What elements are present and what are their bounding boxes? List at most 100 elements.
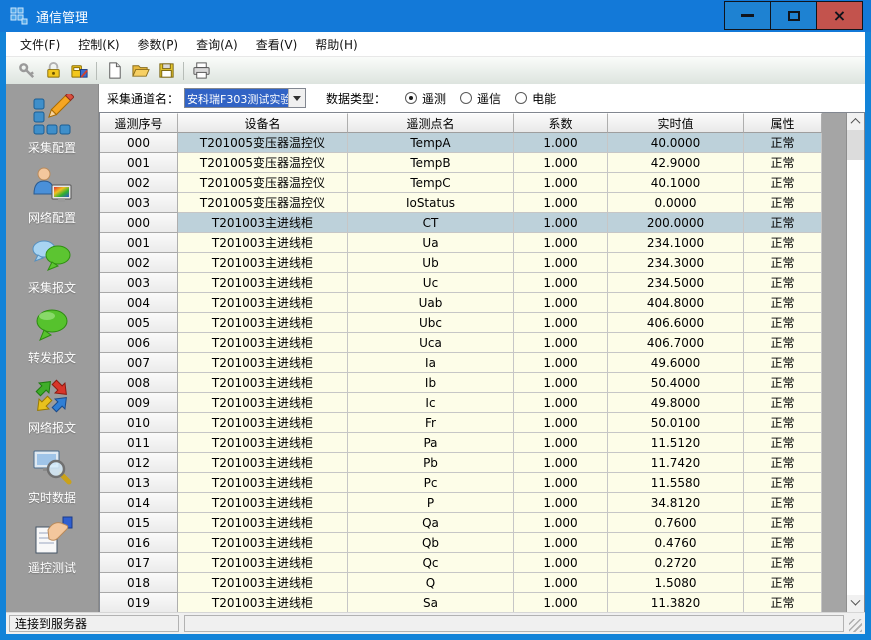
- cell-point: Uc: [348, 273, 514, 293]
- cell-value: 11.3820: [608, 593, 744, 613]
- table-row[interactable]: 002 T201003主进线柜 Ub 1.000 234.3000 正常: [100, 253, 822, 273]
- app-window: 通信管理 × 文件(F) 控制(K) 参数(P) 查询(A) 查看(V) 帮助(…: [0, 0, 871, 640]
- table-row[interactable]: 015 T201003主进线柜 Qa 1.000 0.7600 正常: [100, 513, 822, 533]
- cell-value: 1.5080: [608, 573, 744, 593]
- table-row[interactable]: 018 T201003主进线柜 Q 1.000 1.5080 正常: [100, 573, 822, 593]
- realtime-data-icon: [30, 444, 74, 488]
- cell-value: 40.1000: [608, 173, 744, 193]
- table-row[interactable]: 016 T201003主进线柜 Qb 1.000 0.4760 正常: [100, 533, 822, 553]
- table-row[interactable]: 011 T201003主进线柜 Pa 1.000 11.5120 正常: [100, 433, 822, 453]
- resize-grip[interactable]: [849, 619, 862, 632]
- menu-control[interactable]: 控制(K): [69, 33, 128, 56]
- table-row[interactable]: 010 T201003主进线柜 Fr 1.000 50.0100 正常: [100, 413, 822, 433]
- maximize-button[interactable]: [770, 1, 817, 30]
- cell-device: T201003主进线柜: [178, 353, 348, 373]
- scroll-up-button[interactable]: [847, 113, 864, 130]
- cell-status: 正常: [744, 253, 822, 273]
- sidebar-item-collect-config[interactable]: 采集配置: [6, 94, 98, 164]
- unlock-button[interactable]: [40, 59, 66, 82]
- cell-device: T201003主进线柜: [178, 373, 348, 393]
- sidebar-label: 采集配置: [28, 139, 76, 156]
- cell-coef: 1.000: [514, 133, 608, 153]
- combo-dropdown-button[interactable]: [288, 89, 305, 107]
- collect-config-icon: [30, 94, 74, 138]
- table-row[interactable]: 008 T201003主进线柜 Ib 1.000 50.4000 正常: [100, 373, 822, 393]
- sidebar-item-forward-message[interactable]: 转发报文: [6, 304, 98, 374]
- new-file-button[interactable]: [101, 59, 127, 82]
- table-row[interactable]: 019 T201003主进线柜 Sa 1.000 11.3820 正常: [100, 593, 822, 613]
- menu-help[interactable]: 帮助(H): [306, 33, 366, 56]
- sidebar-item-collect-message[interactable]: 采集报文: [6, 234, 98, 304]
- table-row[interactable]: 000 T201005变压器温控仪 TempA 1.000 40.0000 正常: [100, 133, 822, 153]
- toolbar-separator: [183, 62, 184, 80]
- cell-seq: 007: [100, 353, 178, 373]
- minimize-button[interactable]: [724, 1, 771, 30]
- table-row[interactable]: 007 T201003主进线柜 Ia 1.000 49.6000 正常: [100, 353, 822, 373]
- radio-telemetry[interactable]: 遥测: [405, 90, 446, 107]
- table-row[interactable]: 014 T201003主进线柜 P 1.000 34.8120 正常: [100, 493, 822, 513]
- column-header-value[interactable]: 实时值: [608, 113, 744, 133]
- table-row[interactable]: 017 T201003主进线柜 Qc 1.000 0.2720 正常: [100, 553, 822, 573]
- column-header-status[interactable]: 属性: [744, 113, 822, 133]
- scroll-down-button[interactable]: [847, 595, 864, 612]
- radio-label: 遥测: [422, 90, 446, 107]
- cell-value: 0.2720: [608, 553, 744, 573]
- cell-coef: 1.000: [514, 473, 608, 493]
- key-button[interactable]: [14, 59, 40, 82]
- sidebar-item-network-config[interactable]: 网络配置: [6, 164, 98, 234]
- radio-icon[interactable]: [515, 92, 527, 104]
- cell-device: T201003主进线柜: [178, 553, 348, 573]
- print-button[interactable]: [188, 59, 214, 82]
- password-button[interactable]: [66, 59, 92, 82]
- cell-device: T201003主进线柜: [178, 453, 348, 473]
- table-row[interactable]: 013 T201003主进线柜 Pc 1.000 11.5580 正常: [100, 473, 822, 493]
- sidebar-item-network-message[interactable]: 网络报文: [6, 374, 98, 444]
- cell-point: Ic: [348, 393, 514, 413]
- cell-status: 正常: [744, 533, 822, 553]
- radio-telesignal[interactable]: 遥信: [460, 90, 501, 107]
- save-button[interactable]: [153, 59, 179, 82]
- chevron-down-icon: [851, 596, 861, 606]
- cell-status: 正常: [744, 453, 822, 473]
- menu-query[interactable]: 查询(A): [187, 33, 247, 56]
- radio-icon[interactable]: [405, 92, 417, 104]
- open-folder-button[interactable]: [127, 59, 153, 82]
- toolbar-separator: [96, 62, 97, 80]
- table-row[interactable]: 002 T201005变压器温控仪 TempC 1.000 40.1000 正常: [100, 173, 822, 193]
- sidebar-item-remote-test[interactable]: 遥控测试: [6, 514, 98, 584]
- table-row[interactable]: 012 T201003主进线柜 Pb 1.000 11.7420 正常: [100, 453, 822, 473]
- table-row[interactable]: 004 T201003主进线柜 Uab 1.000 404.8000 正常: [100, 293, 822, 313]
- table-row[interactable]: 003 T201003主进线柜 Uc 1.000 234.5000 正常: [100, 273, 822, 293]
- table-row[interactable]: 000 T201003主进线柜 CT 1.000 200.0000 正常: [100, 213, 822, 233]
- cell-point: P: [348, 493, 514, 513]
- scrollbar-track[interactable]: [847, 160, 864, 595]
- cell-seq: 003: [100, 193, 178, 213]
- menu-params[interactable]: 参数(P): [129, 33, 188, 56]
- table-row[interactable]: 009 T201003主进线柜 Ic 1.000 49.8000 正常: [100, 393, 822, 413]
- radio-icon[interactable]: [460, 92, 472, 104]
- column-header-coef[interactable]: 系数: [514, 113, 608, 133]
- cell-status: 正常: [744, 433, 822, 453]
- cell-point: TempB: [348, 153, 514, 173]
- cell-coef: 1.000: [514, 153, 608, 173]
- menu-file[interactable]: 文件(F): [11, 33, 69, 56]
- table-row[interactable]: 005 T201003主进线柜 Ubc 1.000 406.6000 正常: [100, 313, 822, 333]
- table-row[interactable]: 001 T201005变压器温控仪 TempB 1.000 42.9000 正常: [100, 153, 822, 173]
- cell-device: T201003主进线柜: [178, 213, 348, 233]
- column-header-point[interactable]: 遥测点名: [348, 113, 514, 133]
- key-icon: [18, 61, 37, 80]
- cell-coef: 1.000: [514, 253, 608, 273]
- cell-value: 49.6000: [608, 353, 744, 373]
- sidebar-item-realtime-data[interactable]: 实时数据: [6, 444, 98, 514]
- channel-combobox[interactable]: 安科瑞F303测试实验室: [184, 88, 306, 108]
- close-button[interactable]: ×: [816, 1, 863, 30]
- radio-energy[interactable]: 电能: [515, 90, 556, 107]
- column-header-device[interactable]: 设备名: [178, 113, 348, 133]
- column-header-seq[interactable]: 遥测序号: [100, 113, 178, 133]
- scrollbar-thumb[interactable]: [847, 130, 864, 160]
- menu-view[interactable]: 查看(V): [247, 33, 307, 56]
- table-row[interactable]: 001 T201003主进线柜 Ua 1.000 234.1000 正常: [100, 233, 822, 253]
- table-row[interactable]: 003 T201005变压器温控仪 IoStatus 1.000 0.0000 …: [100, 193, 822, 213]
- table-row[interactable]: 006 T201003主进线柜 Uca 1.000 406.7000 正常: [100, 333, 822, 353]
- vertical-scrollbar[interactable]: [847, 113, 864, 612]
